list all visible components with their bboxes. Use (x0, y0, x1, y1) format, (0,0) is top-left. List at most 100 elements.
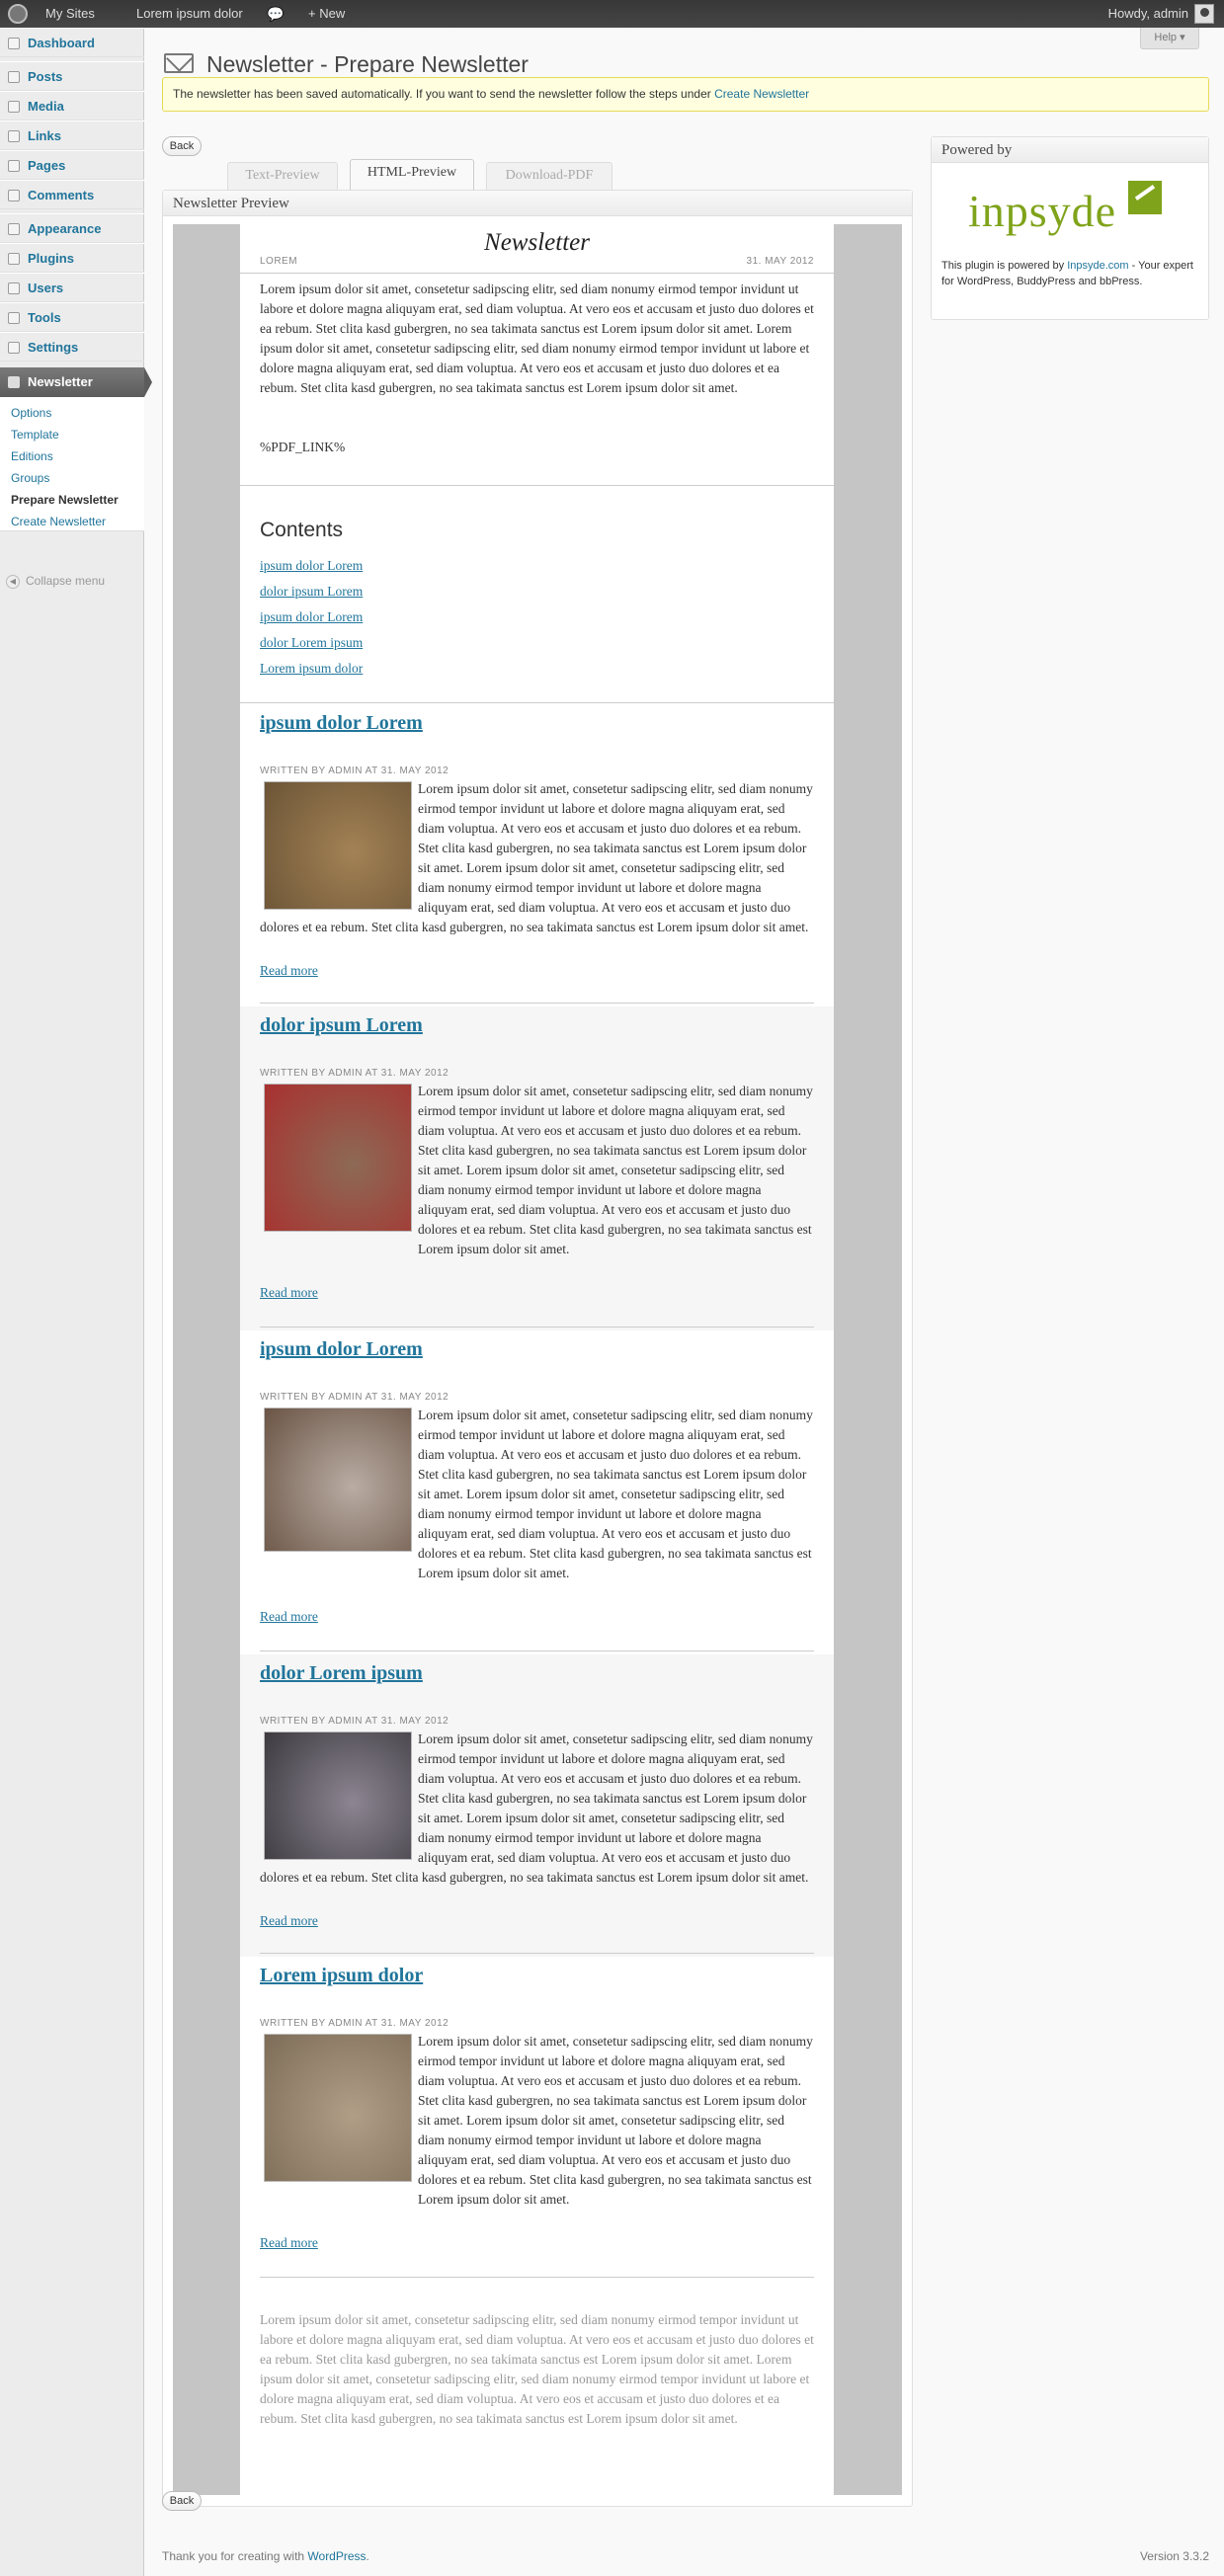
toc-link[interactable]: dolor Lorem ipsum (260, 635, 363, 651)
back-button-top[interactable]: Back (162, 136, 202, 156)
newsletter-body: Newsletter LOREM 31. MAY 2012 Lorem ipsu… (240, 224, 834, 2495)
new-content-link[interactable]: + New (308, 0, 345, 28)
comment-icon (8, 190, 20, 201)
article: ipsum dolor Lorem WRITTEN BY ADMIN AT 31… (240, 1330, 834, 1654)
collapse-label: Collapse menu (26, 574, 106, 588)
tools-icon (8, 312, 20, 324)
wordpress-logo-icon[interactable] (8, 4, 28, 24)
article-title[interactable]: ipsum dolor Lorem (260, 712, 423, 735)
tab-html-preview[interactable]: HTML-Preview (350, 159, 474, 190)
site-name-link[interactable]: Lorem ipsum dolor (136, 0, 243, 28)
contents-heading: Contents (260, 519, 344, 541)
article-title[interactable]: Lorem ipsum dolor (260, 1965, 423, 1987)
article-body: Lorem ipsum dolor sit amet, consetetur s… (418, 1084, 813, 1256)
toc-link[interactable]: Lorem ipsum dolor (260, 661, 363, 677)
menu-label: Comments (28, 188, 95, 202)
notice-text: The newsletter has been saved automatica… (173, 87, 715, 101)
newsletter-date: 31. MAY 2012 (746, 256, 814, 267)
submenu-options[interactable]: Options (11, 405, 51, 421)
divider (240, 702, 834, 703)
newsletter-frame: Newsletter LOREM 31. MAY 2012 Lorem ipsu… (173, 224, 902, 2495)
menu-item-users[interactable]: Users (0, 273, 144, 302)
article: dolor ipsum Lorem WRITTEN BY ADMIN AT 31… (240, 1006, 834, 1330)
users-icon (8, 282, 20, 294)
menu-item-posts[interactable]: Posts (0, 61, 144, 91)
submenu-template[interactable]: Template (11, 427, 59, 443)
menu-label: Plugins (28, 251, 74, 266)
pin-icon (8, 71, 20, 83)
powered-by-title: Powered by (932, 137, 1208, 163)
avatar[interactable] (1194, 4, 1214, 24)
article-divider (260, 2277, 814, 2278)
comments-icon[interactable]: 💬 (267, 0, 284, 28)
menu-item-dashboard[interactable]: Dashboard (0, 28, 144, 57)
read-more-link[interactable]: Read more (260, 1913, 318, 1929)
logo-mark-icon (1128, 181, 1162, 214)
preview-title: Newsletter Preview (163, 191, 912, 216)
menu-item-appearance[interactable]: Appearance (0, 213, 144, 243)
help-button[interactable]: Help ▾ (1140, 28, 1199, 49)
menu-item-links[interactable]: Links (0, 121, 144, 150)
read-more-link[interactable]: Read more (260, 2235, 318, 2251)
menu-label: Dashboard (28, 36, 95, 50)
article-title[interactable]: dolor ipsum Lorem (260, 1014, 423, 1037)
article-meta: WRITTEN BY ADMIN AT 31. MAY 2012 (260, 1716, 449, 1727)
pdf-link-placeholder: %PDF_LINK% (260, 440, 346, 454)
logo-text: inpsyde (968, 186, 1117, 236)
menu-item-settings[interactable]: Settings (0, 332, 144, 362)
menu-item-media[interactable]: Media (0, 91, 144, 121)
inpsyde-link[interactable]: Inpsyde.com (1067, 260, 1128, 272)
article-meta: WRITTEN BY ADMIN AT 31. MAY 2012 (260, 765, 449, 776)
menu-item-newsletter[interactable]: Newsletter (0, 367, 152, 397)
tab-text-preview[interactable]: Text-Preview (227, 162, 338, 190)
article-title[interactable]: dolor Lorem ipsum (260, 1662, 423, 1685)
submenu-editions[interactable]: Editions (11, 448, 53, 464)
version-text: Version 3.3.2 (1139, 2549, 1209, 2563)
article-title[interactable]: ipsum dolor Lorem (260, 1338, 423, 1361)
read-more-link[interactable]: Read more (260, 963, 318, 979)
menu-item-tools[interactable]: Tools (0, 302, 144, 332)
collapse-menu-button[interactable]: ◀ Collapse menu (6, 574, 105, 589)
powered-by-text: This plugin is powered by Inpsyde.com - … (941, 260, 1193, 287)
read-more-link[interactable]: Read more (260, 1285, 318, 1301)
back-button-bottom[interactable]: Back (162, 2491, 202, 2511)
article-divider (260, 1003, 814, 1004)
toc-link[interactable]: dolor ipsum Lorem (260, 584, 363, 600)
divider (240, 485, 834, 486)
submenu-prepare-newsletter[interactable]: Prepare Newsletter (11, 492, 119, 508)
menu-label: Tools (28, 310, 61, 325)
newsletter-preview-box: Newsletter Preview Newsletter LOREM 31. … (162, 190, 913, 2507)
read-more-link[interactable]: Read more (260, 1609, 318, 1625)
powered-by-box: Powered by inpsyde This plugin is powere… (931, 136, 1209, 320)
article-meta: WRITTEN BY ADMIN AT 31. MAY 2012 (260, 1392, 449, 1403)
article-body: Lorem ipsum dolor sit amet, consetetur s… (418, 1408, 813, 1580)
autosave-notice: The newsletter has been saved automatica… (162, 77, 1209, 112)
article-divider (260, 1650, 814, 1651)
menu-label: Posts (28, 69, 63, 84)
howdy-account-link[interactable]: Howdy, admin (1108, 0, 1188, 28)
newsletter-kicker: LOREM (260, 256, 298, 267)
tab-download-pdf[interactable]: Download-PDF (486, 162, 612, 190)
wordpress-link[interactable]: WordPress (307, 2549, 366, 2563)
menu-label: Settings (28, 340, 79, 355)
plugin-icon (8, 253, 20, 265)
menu-label: Newsletter (28, 374, 93, 389)
my-sites-link[interactable]: My Sites (45, 0, 95, 28)
menu-label: Appearance (28, 221, 102, 236)
newsletter-title: Newsletter (484, 229, 590, 256)
menu-item-comments[interactable]: Comments (0, 180, 144, 209)
collapse-arrow-icon: ◀ (6, 574, 20, 589)
create-newsletter-link[interactable]: Create Newsletter (714, 87, 809, 101)
inpsyde-logo[interactable]: inpsyde (964, 177, 1170, 244)
submenu-groups[interactable]: Groups (11, 470, 49, 486)
toc-link[interactable]: ipsum dolor Lorem (260, 609, 363, 625)
menu-item-pages[interactable]: Pages (0, 150, 144, 180)
submenu-create-newsletter[interactable]: Create Newsletter (11, 514, 106, 529)
settings-icon (8, 342, 20, 354)
article-body: Lorem ipsum dolor sit amet, consetetur s… (260, 1731, 813, 1885)
toc-link[interactable]: ipsum dolor Lorem (260, 558, 363, 574)
article-meta: WRITTEN BY ADMIN AT 31. MAY 2012 (260, 2018, 449, 2029)
article-divider (260, 1327, 814, 1328)
menu-label: Links (28, 128, 61, 143)
menu-item-plugins[interactable]: Plugins (0, 243, 144, 273)
